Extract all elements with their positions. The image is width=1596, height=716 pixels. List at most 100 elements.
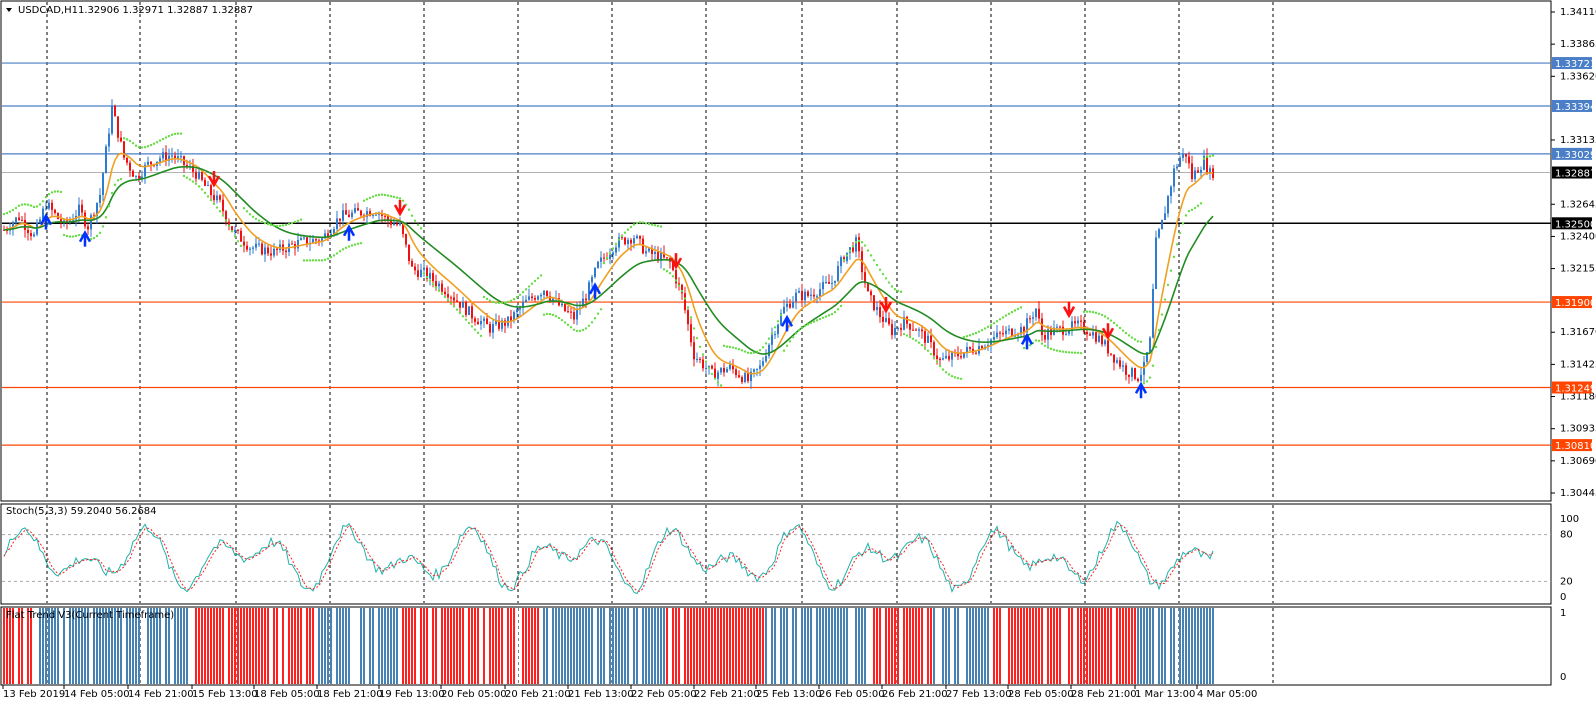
candle-body (828, 282, 830, 284)
candle-body (78, 204, 80, 217)
price-panel[interactable] (0, 0, 1552, 502)
sar-dot (605, 256, 609, 260)
sar-dot (878, 268, 882, 271)
sar-dot (449, 302, 453, 305)
candle-body (54, 209, 56, 213)
sar-dot (479, 334, 483, 338)
sar-dot (950, 374, 954, 378)
sar-dot (176, 132, 180, 135)
candle-body (252, 247, 254, 249)
price-axis: 1.34110 1.33865 1.33620 1.33135 1.32645 1.324… (1551, 7, 1596, 499)
candle-body (948, 355, 950, 360)
candle-body (615, 247, 617, 253)
trading-chart[interactable]: 1.34110 1.33865 1.33620 1.33135 1.32645 1.324… (0, 0, 1596, 716)
sar-dot (932, 356, 936, 360)
level-label: 1.33394 (1555, 102, 1596, 113)
sar-dot (599, 308, 603, 311)
sar-dot (272, 224, 276, 227)
sar-dot (611, 247, 615, 250)
sar-dot (911, 337, 915, 340)
candle-body (519, 307, 521, 310)
sar-dot (488, 299, 492, 302)
sar-dot (593, 317, 597, 320)
sar-dot (131, 141, 135, 145)
candle-body (165, 152, 167, 161)
sar-dot (581, 328, 585, 332)
candle-body (543, 290, 545, 296)
time-tick-label: 25 Feb 13:00 (756, 689, 822, 700)
candle-body (1125, 365, 1127, 375)
candle-body (1095, 332, 1097, 342)
sar-dot (389, 195, 393, 198)
time-tick-label: 14 Feb 21:00 (128, 689, 194, 700)
candle-body (348, 214, 350, 218)
candle-body (573, 312, 575, 320)
sar-dot (68, 235, 72, 238)
sar-dot (1157, 328, 1161, 332)
candle-body (1167, 196, 1169, 214)
candle-body (354, 208, 356, 213)
candle-body (906, 316, 908, 324)
sar-dot (476, 331, 480, 335)
candle-body (264, 247, 266, 255)
sar-dot (866, 249, 870, 252)
sar-dot (785, 344, 789, 348)
candle-body (840, 257, 842, 267)
sar-dot (101, 225, 105, 228)
sar-dot (818, 317, 822, 321)
candle-body (108, 133, 110, 147)
candle-body (846, 252, 848, 262)
sar-dot (773, 326, 777, 329)
candle-body (525, 299, 527, 303)
sar-dot (359, 241, 363, 245)
time-tick-label: 13 Feb 2019 (3, 689, 65, 700)
sar-dot (836, 308, 840, 311)
sar-dot (926, 349, 930, 352)
sar-dot (467, 321, 471, 325)
candle-body (588, 282, 590, 301)
candle-body (687, 310, 689, 325)
sar-dot (929, 352, 933, 356)
time-tick-label: 21 Feb 13:00 (568, 689, 634, 700)
candle-body (111, 105, 113, 134)
sar-dot (1103, 315, 1107, 318)
candle-body (882, 316, 884, 322)
candle-body (384, 215, 386, 217)
sar-dot (194, 182, 198, 185)
sar-dot (1178, 231, 1182, 235)
sar-dot (1196, 204, 1200, 207)
sar-dot (779, 313, 783, 317)
candle-body (639, 235, 641, 239)
sar-dot (596, 312, 600, 315)
candle-body (315, 239, 317, 241)
sar-dot (716, 381, 720, 384)
sar-dot (635, 221, 639, 225)
price-tick-label: 1.33135 (1560, 135, 1596, 146)
sar-dot (896, 289, 900, 293)
candle-body (735, 369, 737, 376)
candle-body (420, 269, 422, 277)
time-tick-label: 4 Mar 05:00 (1197, 689, 1257, 700)
candle-body (690, 324, 692, 343)
sar-dot (209, 198, 213, 202)
candle-body (591, 277, 593, 283)
sar-dot (32, 205, 36, 209)
candle-body (621, 237, 623, 239)
sar-dot (587, 324, 591, 327)
sar-dot (179, 132, 183, 135)
candle-body (222, 199, 224, 212)
sar-dot (854, 240, 858, 244)
sar-dot (530, 282, 534, 285)
sar-dot (296, 219, 300, 223)
sar-dot (851, 245, 855, 248)
candle-body (936, 355, 938, 359)
candle-body (1008, 328, 1010, 331)
candle-body (414, 266, 416, 271)
sar-dot (545, 312, 549, 316)
sar-dot (173, 132, 177, 136)
sar-dot (341, 248, 345, 251)
candle-body (267, 247, 269, 254)
sar-dot (71, 235, 75, 238)
sar-dot (428, 279, 432, 282)
stoch-tick-label: 0 (1560, 592, 1566, 603)
